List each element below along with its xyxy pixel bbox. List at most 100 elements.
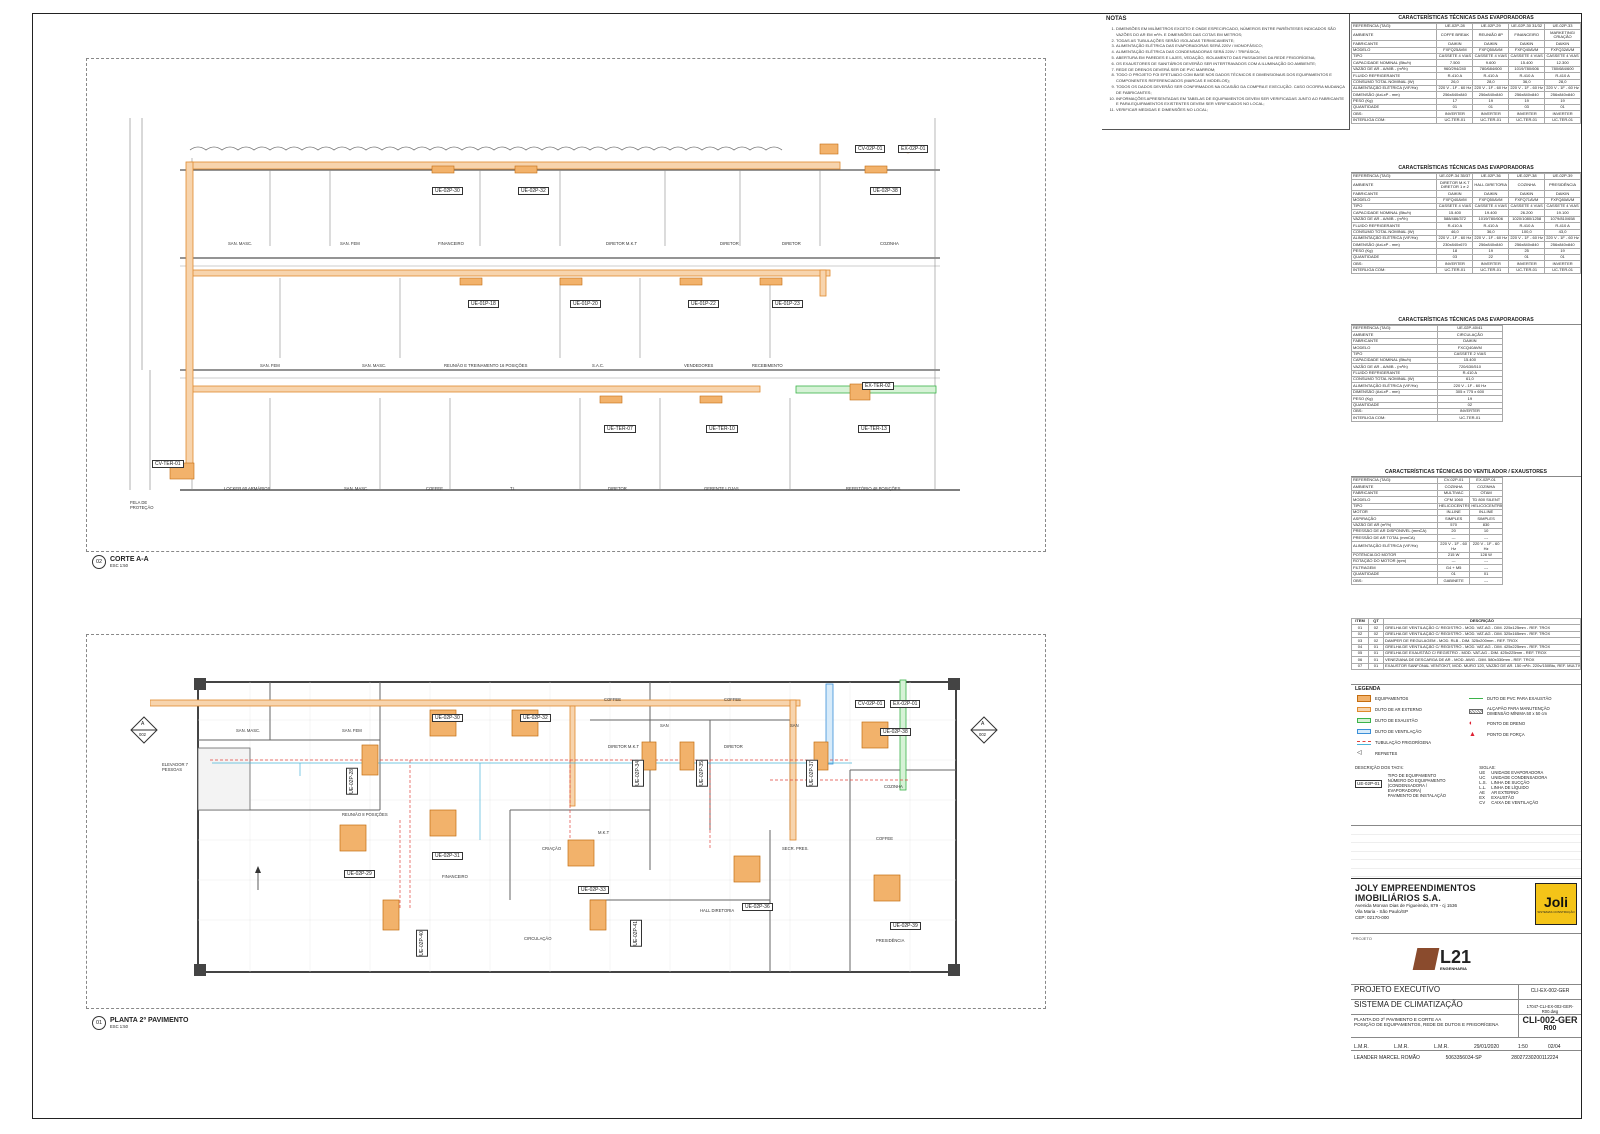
art: 28027230200112224 [1511,1055,1559,1061]
revision: R00 [1543,1025,1557,1032]
legend-item-force: ▲ PONTO DE FORÇA [1469,729,1581,740]
room-label: COFFEE [426,486,443,491]
legend-item-drain: ◐ PONTO DE DRENO [1469,718,1581,729]
spec-cell: UC-TER-01 [1436,116,1474,125]
spec-row: ALIMENTAÇÃO ELÉTRICA (V/F/Hz) 220 V - 1F … [1351,540,1503,553]
legend-item-vent-duct: DUTO DE VENTILAÇÃO [1357,726,1469,737]
tag-description: DESCRIÇÃO DOS TAG's: UE-02P-01 TIPO DE E… [1351,765,1581,805]
spec-cell: UC-TER-01 [1436,266,1474,275]
spec-row-label: INTERLIGA COM: [1351,266,1438,275]
spec-cell: UC-TER-01 [1544,266,1581,275]
items-row: 01 02 GRELHA DE VENTILAÇÃO C/ REGISTRO - M… [1351,624,1581,632]
legend-item-hatch: ALÇAPÃO PARA MANUTENÇÃO DIMENSÃO MÍNIMA … [1469,704,1581,718]
siglas-list: UE UNIDADE EVAPORADORA UC UNIDADE CONDENSAD… [1479,770,1581,805]
room-label: DIRETOR M.K.T [606,241,638,246]
plan-number-bubble: 01 [92,1016,106,1030]
client-logo: Joli SISTEMAS CONSTRUÇÃO [1535,883,1577,925]
spec-cell: CASSETE 4 VIAS [1472,203,1510,211]
equip-tag-ue-02p-33: UE-02P-33 [578,886,609,894]
spec-cell: UC-TER-01 [1472,116,1510,125]
spec-row: INTERLIGA COM: UC-TER-01 [1351,414,1503,422]
note-item: DIMENSÕES EM MILÍMETROS EXCETO E ONDE ES… [1116,26,1346,38]
plan-scale: ESC 1:50 [110,1024,128,1029]
sheet-desc-2: POSIÇÃO DE EQUIPAMENTOS, REDE DE DUTOS E… [1354,1022,1499,1027]
equip-tag-ue-02p-39: UE-02P-39 [890,922,921,930]
power-point-icon: ▲ [1469,731,1476,738]
equip-tag-ue-02p-28: UE-02P-28 [346,768,358,795]
spec-cell: UC-TER-01 [1472,266,1510,275]
legend-left: EQUIPAMENTOS DUTO DE AR EXTERNO DUTO DE … [1351,693,1469,759]
designer-logo-sub: ENGENHARIA [1440,965,1467,971]
tag-desc-title: DESCRIÇÃO DOS TAG's: [1355,765,1404,770]
equip-tag-ue-02p-38: UE-02P-38 [880,728,911,736]
item-cell: 01 [1368,662,1384,671]
room-label: DIRETOR [724,744,743,749]
section-number: 02 [95,559,103,565]
evap-table-2: CARACTERÍSTICAS TÉCNICAS DAS EVAPORADORA… [1351,164,1581,316]
items-table: ITEM QT DESCRIÇÃO 01 02 GRELHA DE VENTILAÇÃO … [1351,618,1581,684]
spec-cell: COFFE BREAK [1436,29,1474,42]
legend-item-refnet: ◁ REFNETES [1357,748,1469,759]
spec-cell: UC-TER-01 [1508,116,1546,125]
spec-cell: DIRETOR M.K.T DIRETOR 1 e 2 [1436,179,1474,192]
legend-label: DUTO DE VENTILAÇÃO [1375,729,1422,734]
section-title: CORTE A-A [110,556,149,563]
spec-row-label: PRESSÃO DE AR DISPONÍVEL (mmCA) [1351,527,1438,536]
legend-item-pvc-duct: DUTO DE PVC PARA EXAUSTÃO [1469,693,1581,704]
designer-logo-text: L21 [1440,946,1472,967]
spec-cell: 220 V - 1F - 60 Hz [1436,540,1471,553]
spec-cell: COZINHA [1508,179,1546,192]
spec-row: INTERLIGA COM: UC-TER-01 UC-TER-01 UC-TER-0… [1351,116,1581,125]
code-right: CLI-EX-002-GER [1518,985,1581,999]
spec-cell: UC-TER-01 [1508,266,1546,275]
right-column: CARACTERÍSTICAS TÉCNICAS DAS EVAPORADORA… [1351,14,1581,1061]
item-cell: 07 [1351,662,1369,671]
revision-area [1351,825,1581,878]
room-label: COZINHA [884,784,903,789]
spec-cell: FINANCEIRO [1508,29,1546,42]
projetista-label: PROJETO [1353,936,1372,941]
legend-label: PONTO DE DRENO [1487,721,1526,726]
spec-row-label: INTERLIGA COM: [1351,414,1438,422]
cut-sheet: 002 [979,732,986,737]
designer-logo-mark [1412,948,1440,970]
equip-tag-ue-02p-36: UE-02P-36 [742,903,773,911]
spec-cell: CASSETE 4 VIAS [1544,203,1581,211]
room-label: REUNIÃO 8 POSIÇÕES [342,812,388,817]
spec-row: OBS: GABINETE --- [1351,577,1503,585]
drain-point-icon: ◐ [1469,720,1474,727]
room-label: SAN. MASC. [228,241,253,246]
tag-desc-item: NÚMERO DO EQUIPAMENTO (CONDENSADORA / EV… [1387,778,1446,793]
equip-tag-ue-ter-13: UE-TER-13 [858,425,890,433]
spec-row: INTERLIGA COM: UC-TER-01 UC-TER-01 UC-TER-0… [1351,266,1581,275]
room-label: S.A.C. [592,363,605,368]
notes-title: NOTAS [1106,16,1127,22]
legend-label: DUTO DE EXAUSTÃO [1375,718,1418,723]
room-label: SAN. FEM [260,363,280,368]
cut-marker-left: A 002 [130,716,158,744]
room-label: REUNIÃO E TREINAMENTO 16 POSIÇÕES [444,363,528,368]
legend-item-refrig-line: TUBULAÇÃO FRIGORÍGENA [1357,737,1469,748]
legend-label: ALÇAPÃO PARA MANUTENÇÃO DIMENSÃO MÍNIMA … [1487,706,1550,716]
legend-label: EQUIPAMENTOS [1375,696,1409,701]
legend-right: DUTO DE PVC PARA EXAUSTÃO ALÇAPÃO PARA M… [1469,693,1581,759]
items-row: 07 01 EXAUSTOR SANFONAL VENTOKIT, MOD. MUR… [1351,662,1581,671]
room-label: COFFEE [876,836,893,841]
spec-cell: UC-TER-01 [1436,414,1503,422]
box-tag-cv-ter-01: CV-TER-01 [152,460,184,468]
legend-label: DUTO DE PVC PARA EXAUSTÃO [1487,696,1552,701]
client-name: JOLY EMPREENDIMENTOS IMOBILIÁRIOS S.A. [1355,883,1476,903]
spec-cell: CASSETE 4 VIAS [1508,203,1546,211]
equip-tag-ue-02p-41: UE-02P-41 [630,920,642,947]
note-item: TODO O PROJETO FOI EFETUADO COM BASE NOS… [1116,72,1346,84]
equip-tag-ue-02p-32: UE-02P-32 [518,187,549,195]
equip-tag-ue-02p-32: UE-02P-32 [520,714,551,722]
notes-list: DIMENSÕES EM MILÍMETROS EXCETO E ONDE ES… [1102,26,1349,113]
refnet-icon: ◁ [1357,750,1362,756]
sheet-number: 02/04 [1548,1044,1561,1050]
box-tag-ex-ter-02: EX-TER-02 [862,382,894,390]
legend-label: PONTO DE FORÇA [1487,732,1525,737]
section-scale: ESC 1:50 [110,563,128,568]
spec-cell: PRESIDÊNCIA [1544,179,1581,192]
room-label: M.K.T [598,830,610,835]
